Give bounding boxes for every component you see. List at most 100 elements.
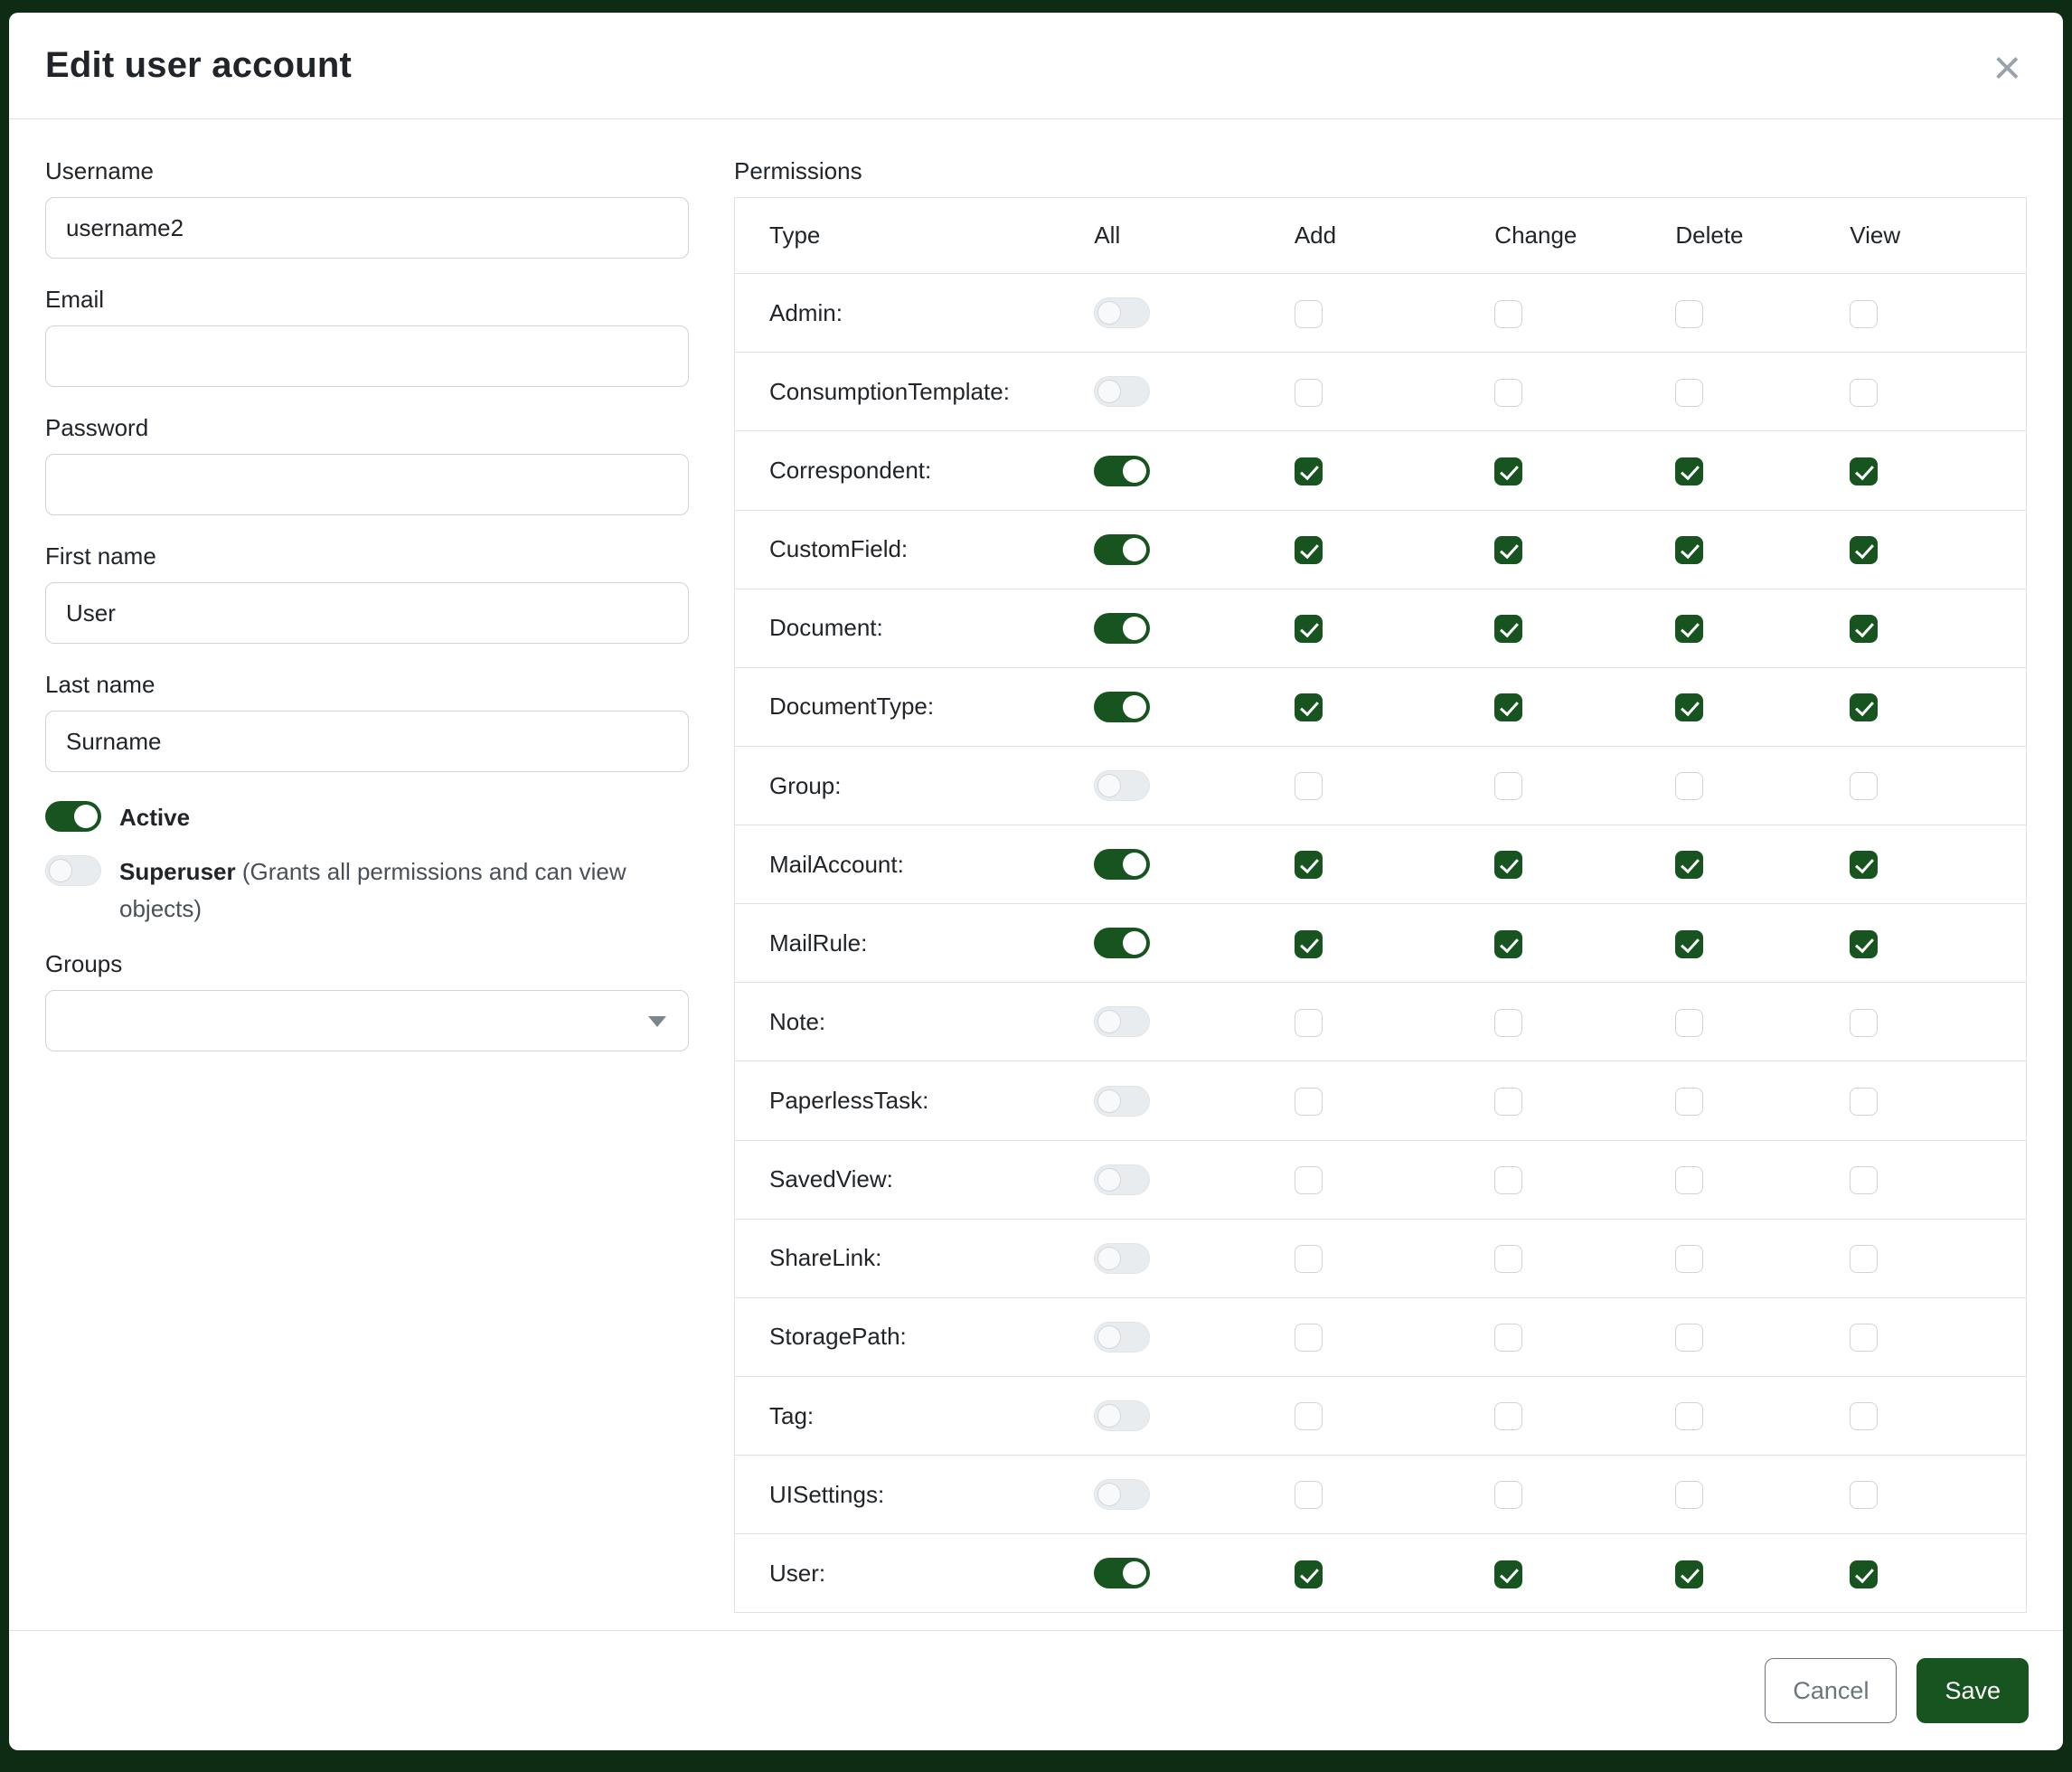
permission-view-checkbox[interactable] xyxy=(1850,379,1878,407)
permission-all-toggle[interactable] xyxy=(1094,376,1150,407)
save-button[interactable]: Save xyxy=(1917,1658,2029,1723)
permission-view-checkbox[interactable] xyxy=(1850,1166,1878,1194)
permission-type-label: StoragePath: xyxy=(735,1297,1084,1376)
permission-change-checkbox[interactable] xyxy=(1494,379,1522,407)
permission-all-toggle[interactable] xyxy=(1094,1243,1150,1274)
permission-change-checkbox[interactable] xyxy=(1494,930,1522,958)
permission-delete-checkbox[interactable] xyxy=(1675,930,1703,958)
permission-view-checkbox[interactable] xyxy=(1850,1560,1878,1588)
permission-change-checkbox[interactable] xyxy=(1494,693,1522,721)
close-icon[interactable]: × xyxy=(1987,45,2027,91)
permission-delete-checkbox[interactable] xyxy=(1675,457,1703,485)
permission-add-checkbox[interactable] xyxy=(1295,1088,1323,1116)
permission-delete-checkbox[interactable] xyxy=(1675,851,1703,879)
permission-add-checkbox[interactable] xyxy=(1295,1245,1323,1273)
permission-all-toggle[interactable] xyxy=(1094,613,1150,644)
permission-view-checkbox[interactable] xyxy=(1850,300,1878,328)
permission-delete-checkbox[interactable] xyxy=(1675,1560,1703,1588)
permission-add-checkbox[interactable] xyxy=(1295,930,1323,958)
permission-all-toggle[interactable] xyxy=(1094,849,1150,880)
permission-add-checkbox[interactable] xyxy=(1295,615,1323,643)
permission-delete-checkbox[interactable] xyxy=(1675,536,1703,564)
permission-all-toggle[interactable] xyxy=(1094,1479,1150,1510)
password-label: Password xyxy=(45,414,689,442)
permission-view-checkbox[interactable] xyxy=(1850,1481,1878,1509)
permission-add-checkbox[interactable] xyxy=(1295,1481,1323,1509)
last-name-field[interactable] xyxy=(45,711,689,772)
permission-delete-checkbox[interactable] xyxy=(1675,1481,1703,1509)
permission-add-checkbox[interactable] xyxy=(1295,1560,1323,1588)
permission-all-toggle[interactable] xyxy=(1094,1086,1150,1117)
permission-all-toggle[interactable] xyxy=(1094,1558,1150,1588)
permission-all-toggle[interactable] xyxy=(1094,928,1150,958)
permission-view-checkbox[interactable] xyxy=(1850,457,1878,485)
permission-view-checkbox[interactable] xyxy=(1850,930,1878,958)
permission-change-checkbox[interactable] xyxy=(1494,1009,1522,1037)
permission-all-toggle[interactable] xyxy=(1094,456,1150,486)
permission-add-checkbox[interactable] xyxy=(1295,851,1323,879)
permission-view-checkbox[interactable] xyxy=(1850,536,1878,564)
permission-add-checkbox[interactable] xyxy=(1295,1324,1323,1352)
password-field[interactable] xyxy=(45,454,689,515)
permission-delete-checkbox[interactable] xyxy=(1675,1402,1703,1430)
permission-change-checkbox[interactable] xyxy=(1494,851,1522,879)
permission-row: PaperlessTask: xyxy=(735,1061,2027,1140)
permission-change-checkbox[interactable] xyxy=(1494,300,1522,328)
permission-all-toggle[interactable] xyxy=(1094,1164,1150,1195)
permission-all-toggle[interactable] xyxy=(1094,1322,1150,1353)
permission-change-checkbox[interactable] xyxy=(1494,1402,1522,1430)
permission-all-toggle[interactable] xyxy=(1094,1400,1150,1431)
permission-change-checkbox[interactable] xyxy=(1494,1166,1522,1194)
permission-add-checkbox[interactable] xyxy=(1295,457,1323,485)
permission-all-toggle[interactable] xyxy=(1094,1006,1150,1037)
permission-delete-checkbox[interactable] xyxy=(1675,1324,1703,1352)
superuser-toggle[interactable] xyxy=(45,855,101,886)
email-field[interactable] xyxy=(45,325,689,387)
permission-view-checkbox[interactable] xyxy=(1850,1088,1878,1116)
permission-change-checkbox[interactable] xyxy=(1494,615,1522,643)
permission-add-checkbox[interactable] xyxy=(1295,536,1323,564)
first-name-field[interactable] xyxy=(45,582,689,644)
permission-add-checkbox[interactable] xyxy=(1295,300,1323,328)
permission-view-checkbox[interactable] xyxy=(1850,1402,1878,1430)
permission-change-checkbox[interactable] xyxy=(1494,772,1522,800)
permission-add-checkbox[interactable] xyxy=(1295,379,1323,407)
permission-add-checkbox[interactable] xyxy=(1295,1009,1323,1037)
username-input[interactable] xyxy=(45,197,689,259)
permission-delete-checkbox[interactable] xyxy=(1675,1245,1703,1273)
permission-delete-checkbox[interactable] xyxy=(1675,1166,1703,1194)
permission-change-checkbox[interactable] xyxy=(1494,1481,1522,1509)
permission-delete-checkbox[interactable] xyxy=(1675,379,1703,407)
permission-add-checkbox[interactable] xyxy=(1295,772,1323,800)
permission-change-checkbox[interactable] xyxy=(1494,1245,1522,1273)
permission-change-checkbox[interactable] xyxy=(1494,457,1522,485)
permission-add-checkbox[interactable] xyxy=(1295,1166,1323,1194)
permission-all-toggle[interactable] xyxy=(1094,770,1150,801)
permission-all-toggle[interactable] xyxy=(1094,692,1150,722)
permission-change-checkbox[interactable] xyxy=(1494,536,1522,564)
permission-delete-checkbox[interactable] xyxy=(1675,300,1703,328)
groups-select[interactable] xyxy=(45,990,689,1051)
permission-view-checkbox[interactable] xyxy=(1850,1324,1878,1352)
permission-delete-checkbox[interactable] xyxy=(1675,1009,1703,1037)
permission-delete-checkbox[interactable] xyxy=(1675,615,1703,643)
permission-view-checkbox[interactable] xyxy=(1850,615,1878,643)
permission-change-checkbox[interactable] xyxy=(1494,1088,1522,1116)
permission-delete-checkbox[interactable] xyxy=(1675,693,1703,721)
permission-view-checkbox[interactable] xyxy=(1850,772,1878,800)
permission-change-checkbox[interactable] xyxy=(1494,1560,1522,1588)
active-toggle[interactable] xyxy=(45,801,101,832)
permission-view-checkbox[interactable] xyxy=(1850,1245,1878,1273)
cancel-button[interactable]: Cancel xyxy=(1765,1658,1897,1723)
permissions-table: Type All Add Change Delete View Admin:Co… xyxy=(734,197,2027,1613)
permission-view-checkbox[interactable] xyxy=(1850,1009,1878,1037)
permission-change-checkbox[interactable] xyxy=(1494,1324,1522,1352)
permission-view-checkbox[interactable] xyxy=(1850,693,1878,721)
permission-all-toggle[interactable] xyxy=(1094,297,1150,328)
permission-view-checkbox[interactable] xyxy=(1850,851,1878,879)
permission-add-checkbox[interactable] xyxy=(1295,693,1323,721)
permission-delete-checkbox[interactable] xyxy=(1675,1088,1703,1116)
permission-delete-checkbox[interactable] xyxy=(1675,772,1703,800)
permission-add-checkbox[interactable] xyxy=(1295,1402,1323,1430)
permission-all-toggle[interactable] xyxy=(1094,534,1150,565)
